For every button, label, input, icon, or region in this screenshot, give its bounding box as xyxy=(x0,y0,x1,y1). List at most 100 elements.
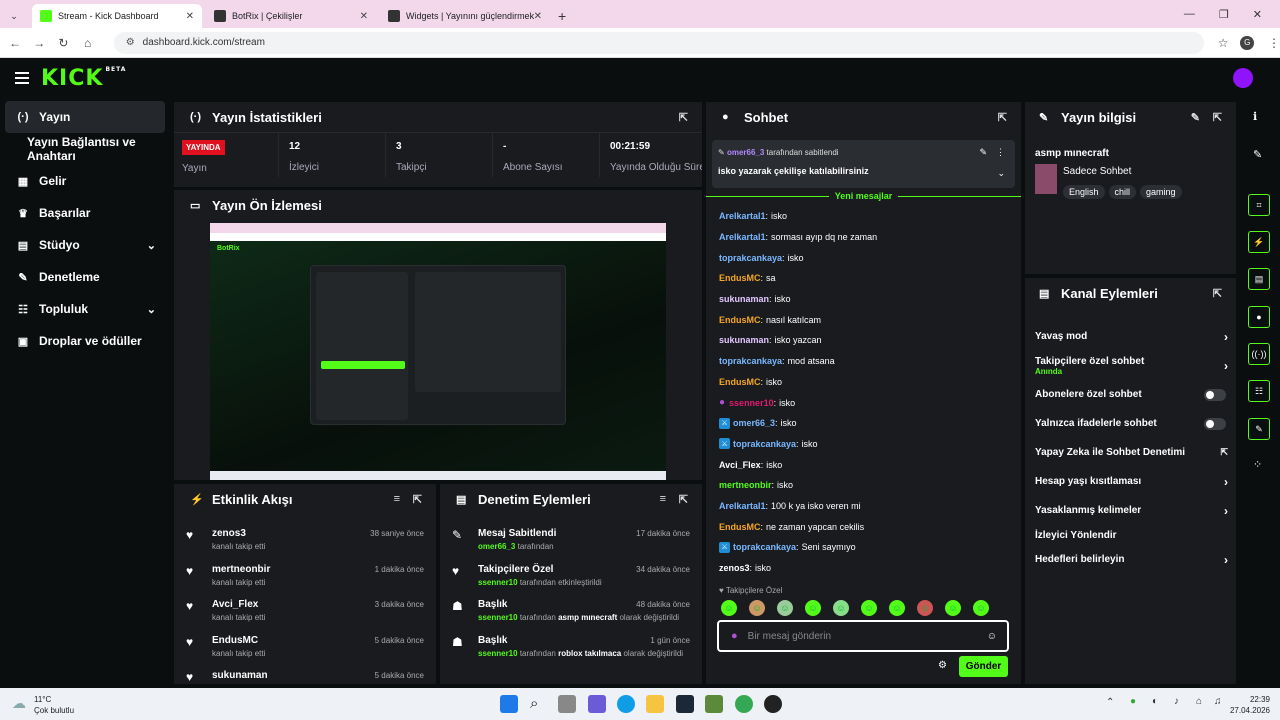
edge-icon[interactable] xyxy=(617,695,635,713)
hamburger-menu-icon[interactable] xyxy=(15,69,29,87)
home-icon[interactable]: ⌂ xyxy=(76,36,100,50)
pinned-message[interactable]: ✎ omer66_3 tarafından sabitlendi ✎ ⋮ isk… xyxy=(712,140,1015,188)
emote-icon[interactable]: ☺ xyxy=(917,600,933,616)
expand-icon[interactable]: ⇱ xyxy=(1213,111,1222,124)
network-icon[interactable]: ⌂ xyxy=(1196,696,1202,707)
steam-icon[interactable] xyxy=(676,695,694,713)
tab-close-icon[interactable]: ✕ xyxy=(186,11,194,22)
forward-icon[interactable]: → xyxy=(27,36,51,50)
chat-username[interactable]: sukunaman xyxy=(719,294,769,304)
edit-icon[interactable]: ✎ xyxy=(1191,111,1200,124)
more-options-icon[interactable]: ⋮ xyxy=(996,147,1005,158)
layout-icon[interactable]: ☷ xyxy=(1248,380,1270,402)
start-icon[interactable] xyxy=(500,695,518,713)
sidebar-item-topluluk[interactable]: ☷ Topluluk ⌄ xyxy=(0,293,170,325)
sidebar-item-basarilar[interactable]: ♛ Başarılar xyxy=(0,197,170,229)
chat-username[interactable]: EndusMC xyxy=(719,315,761,325)
lightning-icon[interactable]: ⚡ xyxy=(1248,231,1270,253)
tab-close-icon[interactable]: ✕ xyxy=(534,11,542,22)
weather-widget[interactable]: 11°C Çok bulutlu xyxy=(34,694,74,716)
edit-icon[interactable]: ✎ xyxy=(1253,148,1262,161)
tray-app-icon[interactable]: ◐ xyxy=(1152,696,1158,707)
file-explorer-icon[interactable] xyxy=(646,695,664,713)
chat-username[interactable]: mertneonbir xyxy=(719,480,772,490)
chat-username[interactable]: toprakcankaya xyxy=(733,439,796,449)
banned-words-row[interactable]: Yasaklanmış kelimeler › xyxy=(1025,496,1236,525)
slow-mode-row[interactable]: Yavaş mod › xyxy=(1025,322,1236,351)
restore-icon[interactable]: ❐ xyxy=(1219,8,1229,21)
chat-username[interactable]: Arelkartal1 xyxy=(719,501,766,511)
info-icon[interactable]: ℹ xyxy=(1253,110,1257,123)
sidebar-item-stream-key[interactable]: Yayın Bağlantısı ve Anahtarı xyxy=(0,133,170,165)
profile-avatar[interactable]: G xyxy=(1240,35,1254,50)
close-window-icon[interactable]: ✕ xyxy=(1253,8,1262,21)
chat-username[interactable]: EndusMC xyxy=(719,522,761,532)
send-button[interactable]: Gönder xyxy=(959,656,1008,677)
tab-close-icon[interactable]: ✕ xyxy=(360,11,368,22)
chat-username[interactable]: toprakcankaya xyxy=(719,356,782,366)
emote-icon[interactable]: ☺ xyxy=(721,600,737,616)
emote-icon[interactable]: ☺ xyxy=(945,600,961,616)
document-icon[interactable]: ▤ xyxy=(1248,268,1270,290)
filter-icon[interactable]: ≡ xyxy=(660,493,666,505)
chat-username[interactable]: sukunaman xyxy=(719,335,769,345)
new-tab-icon[interactable]: + xyxy=(550,4,566,28)
chat-username[interactable]: EndusMC xyxy=(719,273,761,283)
unpin-icon[interactable]: ✎ xyxy=(979,147,987,158)
reload-icon[interactable]: ↻ xyxy=(51,36,75,50)
chat-username[interactable]: Arelkartal1 xyxy=(719,211,766,221)
emote-icon[interactable]: ☺ xyxy=(861,600,877,616)
scan-icon[interactable]: ⌗ xyxy=(1248,194,1270,216)
microphone-icon[interactable]: ♪ xyxy=(1174,696,1179,707)
browser-tab-botrix[interactable]: BotRix | Çekilişler ✕ xyxy=(206,4,376,28)
emote-icon[interactable]: ☺ xyxy=(833,600,849,616)
chat-username[interactable]: zenos3 xyxy=(719,563,750,573)
add-widget-icon[interactable]: ⁘ xyxy=(1253,458,1262,471)
emoji-icon[interactable]: ☺ xyxy=(987,631,997,642)
goals-row[interactable]: Hedefleri belirleyin › xyxy=(1025,545,1236,574)
subs-only-row[interactable]: Abonelere özel sohbet xyxy=(1025,380,1236,409)
search-icon[interactable]: ⌕ xyxy=(530,695,548,713)
tab-list-icon[interactable]: ⌄ xyxy=(0,4,28,28)
task-view-icon[interactable] xyxy=(558,695,576,713)
filter-icon[interactable]: ≡ xyxy=(394,493,400,505)
minimize-icon[interactable]: — xyxy=(1184,8,1195,20)
sidebar-item-gelir[interactable]: ▦ Gelir xyxy=(0,165,170,197)
site-info-icon[interactable]: ⚙ xyxy=(126,37,135,48)
emote-icon[interactable]: ☺ xyxy=(749,600,765,616)
expand-icon[interactable]: ⇱ xyxy=(413,493,422,506)
chat-username[interactable]: Arelkartal1 xyxy=(719,232,766,242)
sidebar-item-droplar[interactable]: ▣ Droplar ve ödüller xyxy=(0,325,170,357)
chevron-down-icon[interactable]: ⌄ xyxy=(997,168,1005,179)
chat-settings-icon[interactable]: ⚙ xyxy=(938,660,947,671)
bookmark-star-icon[interactable]: ☆ xyxy=(1218,36,1229,50)
emote-icon[interactable]: ☺ xyxy=(805,600,821,616)
followers-only-row[interactable]: Takipçilere özel sohbet Anında › xyxy=(1025,351,1236,380)
expand-icon[interactable]: ⇱ xyxy=(679,111,688,124)
sidebar-item-studyo[interactable]: ▤ Stüdyo ⌄ xyxy=(0,229,170,261)
wrench-icon[interactable]: ✎ xyxy=(1248,418,1270,440)
emote-icon[interactable]: ☺ xyxy=(973,600,989,616)
account-age-row[interactable]: Hesap yaşı kısıtlaması › xyxy=(1025,467,1236,496)
user-avatar[interactable] xyxy=(1233,68,1253,88)
back-icon[interactable]: ← xyxy=(3,36,27,50)
chat-username[interactable]: EndusMC xyxy=(719,377,761,387)
url-field[interactable]: ⚙ dashboard.kick.com/stream xyxy=(113,31,1204,54)
chat-input[interactable]: ● Bir mesaj gönderin ☺ xyxy=(717,620,1009,652)
chat-username[interactable]: toprakcankaya xyxy=(733,542,796,552)
preview-video[interactable]: BotRix xyxy=(210,223,666,480)
chat-bubble-icon[interactable]: ● xyxy=(1248,306,1270,328)
chrome-icon[interactable] xyxy=(735,695,753,713)
emote-icon[interactable]: ☺ xyxy=(889,600,905,616)
emote-icon[interactable]: ☺ xyxy=(777,600,793,616)
raid-row[interactable]: İzleyici Yönlendir xyxy=(1025,525,1236,545)
emotes-only-toggle[interactable] xyxy=(1204,417,1226,430)
kick-logo[interactable]: KICK BETA xyxy=(41,66,126,91)
minecraft-icon[interactable] xyxy=(705,695,723,713)
subs-only-toggle[interactable] xyxy=(1204,388,1226,401)
chat-username[interactable]: Avci_Flex xyxy=(719,460,761,470)
browser-menu-icon[interactable]: ⋮ xyxy=(1268,36,1280,50)
browser-tab-stream[interactable]: Stream - Kick Dashboard ✕ xyxy=(32,4,202,28)
ai-moderation-row[interactable]: Yapay Zeka ile Sohbet Denetimi ⇱ xyxy=(1025,438,1236,467)
obs-icon[interactable] xyxy=(764,695,782,713)
